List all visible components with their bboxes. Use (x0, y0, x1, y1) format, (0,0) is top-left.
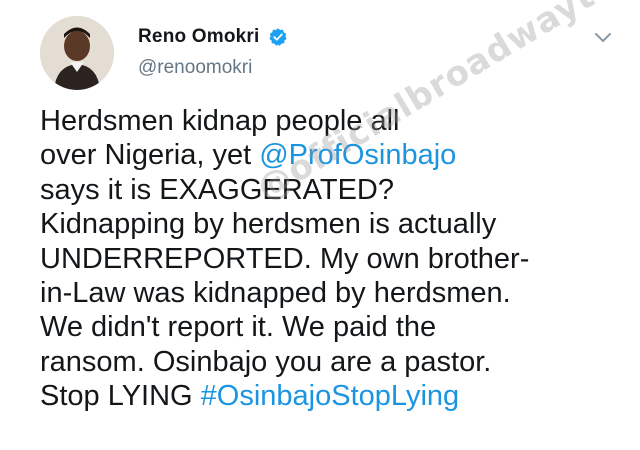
tweet-text-segment: Kidnapping by herdsmen is actually (40, 208, 497, 241)
tweet-text-line: Stop LYING #OsinbajoStopLying (40, 379, 630, 413)
display-name[interactable]: Reno Omokri (138, 26, 260, 48)
hashtag-link[interactable]: #OsinbajoStopLying (201, 380, 460, 412)
tweet-text-line: UNDERREPORTED. My own brother- (40, 242, 630, 276)
tweet-text-segment: over Nigeria, yet (40, 139, 260, 172)
author-handle[interactable]: @renoomokri (138, 57, 288, 79)
tweet-text-segment: ransom. Osinbajo you are a pastor. (40, 345, 492, 378)
tweet-text-line: in-Law was kidnapped by herdsmen. (40, 276, 630, 310)
tweet-text-segment: Stop LYING (40, 380, 201, 413)
tweet-text-segment: We didn't report it. We paid the (40, 311, 437, 344)
avatar[interactable] (40, 16, 114, 90)
verified-badge-icon (268, 27, 288, 47)
tweet-text-line: Kidnapping by herdsmen is actually (40, 207, 630, 241)
tweet-text-segment: in-Law was kidnapped by herdsmen. (40, 276, 511, 309)
display-name-row: Reno Omokri (138, 26, 288, 48)
avatar-photo-icon (40, 16, 114, 90)
tweet-text-line: says it is EXAGGERATED? (40, 173, 630, 207)
tweet-text-line: We didn't report it. We paid the (40, 310, 630, 344)
author-names: Reno Omokri @renoomokri (138, 26, 288, 79)
tweet-text-segment: UNDERREPORTED. My own brother- (40, 242, 530, 275)
chevron-down-icon[interactable] (594, 32, 612, 44)
tweet-card: Reno Omokri @renoomokri Herdsmen kidnap … (0, 0, 640, 450)
tweet-text-segment: says it is EXAGGERATED? (40, 173, 394, 206)
tweet-text-line: ransom. Osinbajo you are a pastor. (40, 345, 630, 379)
